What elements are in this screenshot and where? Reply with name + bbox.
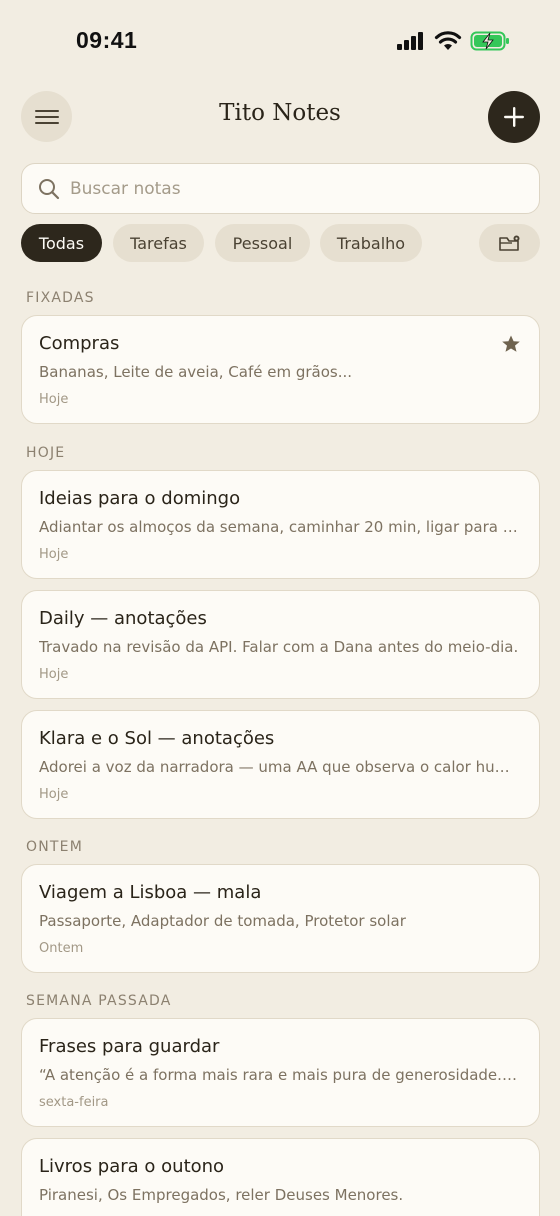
section-label-today: HOJE xyxy=(26,445,66,461)
note-title: Ideias para o domingo xyxy=(39,488,241,509)
filter-chip-tarefas[interactable]: Tarefas xyxy=(113,224,204,262)
note-date: Ontem xyxy=(39,941,84,956)
note-card[interactable]: Viagem a Lisboa — mala Passaporte, Adapt… xyxy=(21,864,540,973)
note-preview: Bananas, Leite de aveia, Café em grãos..… xyxy=(39,363,353,381)
note-card[interactable]: Frases para guardar “A atenção é a forma… xyxy=(21,1018,540,1127)
section-label-pinned: FIXADAS xyxy=(26,290,95,306)
section-label-yesterday: ONTEM xyxy=(26,839,83,855)
filter-chips: Todas Tarefas Pessoal Trabalho xyxy=(21,224,540,262)
filter-chip-pessoal[interactable]: Pessoal xyxy=(215,224,310,262)
note-date: Hoje xyxy=(39,667,69,682)
note-preview: Adiantar os almoços da semana, caminhar … xyxy=(39,518,521,536)
note-title: Viagem a Lisboa — mala xyxy=(39,882,262,903)
status-icons xyxy=(396,30,510,52)
note-card[interactable]: Compras Bananas, Leite de aveia, Café em… xyxy=(21,315,540,424)
note-date: Hoje xyxy=(39,787,69,802)
cellular-signal-icon xyxy=(397,32,423,50)
note-preview: Passaporte, Adaptador de tomada, Proteto… xyxy=(39,912,406,930)
note-date: Hoje xyxy=(39,392,69,407)
add-note-button[interactable] xyxy=(488,91,540,143)
note-title: Klara e o Sol — anotações xyxy=(39,728,275,749)
search-bar[interactable] xyxy=(21,163,540,214)
note-card[interactable]: Klara e o Sol — anotações Adorei a voz d… xyxy=(21,710,540,819)
filter-chip-trabalho[interactable]: Trabalho xyxy=(320,224,422,262)
battery-charging-icon xyxy=(470,31,509,51)
note-date: sexta-feira xyxy=(39,1095,109,1110)
wifi-icon xyxy=(434,31,462,50)
search-icon xyxy=(39,178,60,199)
note-card[interactable]: Ideias para o domingo Adiantar os almoço… xyxy=(21,470,540,579)
note-card[interactable]: Livros para o outono Piranesi, Os Empreg… xyxy=(21,1138,540,1216)
note-title: Livros para o outono xyxy=(39,1156,225,1177)
note-preview: “A atenção é a forma mais rara e mais pu… xyxy=(39,1066,521,1084)
note-preview: Piranesi, Os Empregados, reler Deuses Me… xyxy=(39,1186,404,1204)
search-input[interactable] xyxy=(70,178,490,199)
star-icon xyxy=(502,335,520,352)
filter-chip-todas[interactable]: Todas xyxy=(21,224,102,262)
note-title: Frases para guardar xyxy=(39,1036,220,1057)
section-label-last-week: SEMANA PASSADA xyxy=(26,993,172,1009)
note-card[interactable]: Daily — anotações Travado na revisão da … xyxy=(21,590,540,699)
status-time: 09:41 xyxy=(76,27,138,53)
manage-folders-button[interactable] xyxy=(479,224,540,262)
note-preview: Travado na revisão da API. Falar com a D… xyxy=(39,638,519,656)
plus-icon xyxy=(504,107,524,127)
note-date: Hoje xyxy=(39,547,69,562)
app-title: Tito Notes xyxy=(219,100,341,126)
note-preview: Adorei a voz da narradora — uma AA que o… xyxy=(39,758,521,776)
note-title: Compras xyxy=(39,333,120,354)
app-header: Tito Notes xyxy=(0,90,560,144)
status-bar: 09:41 xyxy=(0,0,560,80)
folder-settings-icon xyxy=(498,235,519,251)
note-title: Daily — anotações xyxy=(39,608,207,629)
